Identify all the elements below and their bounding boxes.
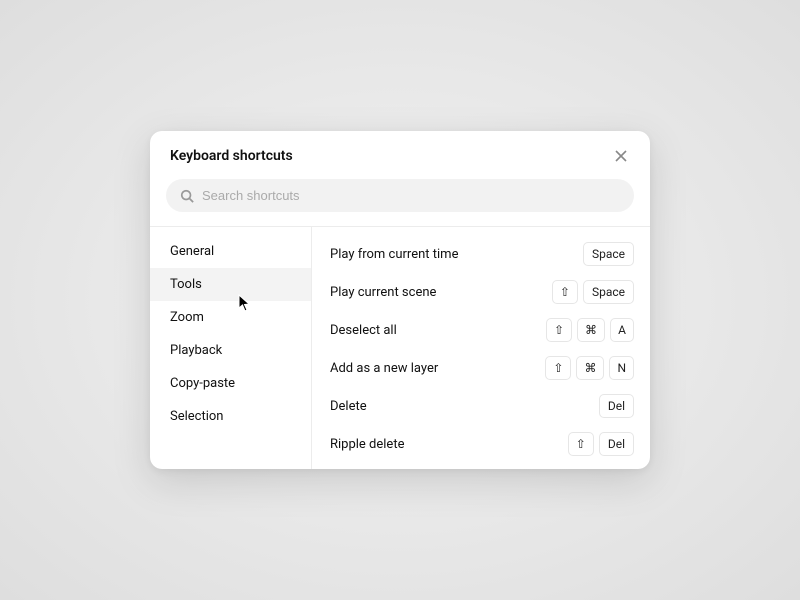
search-field[interactable] (166, 179, 634, 212)
category-item[interactable]: Tools (150, 268, 311, 301)
category-label: Tools (170, 277, 202, 292)
modal-title: Keyboard shortcuts (170, 148, 293, 164)
key-badge[interactable]: ⌘ (576, 356, 604, 380)
category-item[interactable]: Playback (150, 334, 311, 367)
shortcut-row: Play current scene ⇧Space (330, 273, 634, 311)
shortcut-row: Ripple delete ⇧Del (330, 425, 634, 463)
category-item[interactable]: Copy-paste (150, 367, 311, 400)
modal-body: General Tools Zoom Playback Copy-paste Select… (150, 227, 650, 469)
key-badge[interactable]: ⌘ (577, 318, 605, 342)
modal-header: Keyboard shortcuts (150, 131, 650, 179)
search-container (150, 179, 650, 226)
key-badge[interactable]: Del (599, 432, 634, 456)
key-group: ⇧Del (568, 432, 634, 456)
key-group: ⇧⌘N (545, 356, 634, 380)
shortcut-label: Ripple delete (330, 437, 404, 452)
category-label: Playback (170, 343, 222, 358)
shortcut-label: Add as a new layer (330, 361, 438, 376)
category-sidebar: General Tools Zoom Playback Copy-paste Select… (150, 227, 312, 469)
key-badge[interactable]: ⇧ (568, 432, 594, 456)
search-icon (180, 189, 194, 203)
key-badge[interactable]: ⇧ (545, 356, 571, 380)
category-label: Copy-paste (170, 376, 235, 391)
category-label: Zoom (170, 310, 204, 325)
key-group: Space (583, 242, 634, 266)
category-item[interactable]: General (150, 235, 311, 268)
key-badge[interactable]: A (610, 318, 634, 342)
shortcut-label: Play current scene (330, 285, 436, 300)
key-badge[interactable]: Space (583, 242, 634, 266)
search-input[interactable] (202, 188, 620, 203)
close-icon (614, 149, 628, 163)
key-badge[interactable]: N (609, 356, 634, 380)
category-label: Selection (170, 409, 223, 424)
category-item[interactable]: Zoom (150, 301, 311, 334)
shortcut-row: Delete Del (330, 387, 634, 425)
shortcut-row: Add as a new layer ⇧⌘N (330, 349, 634, 387)
key-badge[interactable]: Del (599, 394, 634, 418)
shortcut-list: Play from current timeSpacePlay current … (312, 227, 650, 469)
key-group: ⇧⌘A (546, 318, 634, 342)
key-badge[interactable]: Space (583, 280, 634, 304)
shortcut-label: Play from current time (330, 247, 458, 262)
shortcut-row: Play from current time Space (330, 235, 634, 273)
shortcut-row: Deselect all ⇧⌘A (330, 311, 634, 349)
key-group: ⇧Space (552, 280, 634, 304)
close-button[interactable] (612, 147, 630, 165)
key-badge[interactable]: ⇧ (546, 318, 572, 342)
shortcut-label: Deselect all (330, 323, 397, 338)
keyboard-shortcuts-modal: Keyboard shortcuts General Tools Zoom Playb… (150, 131, 650, 469)
key-group: Del (599, 394, 634, 418)
category-item[interactable]: Selection (150, 400, 311, 433)
shortcut-label: Delete (330, 399, 367, 414)
category-label: General (170, 244, 214, 259)
key-badge[interactable]: ⇧ (552, 280, 578, 304)
